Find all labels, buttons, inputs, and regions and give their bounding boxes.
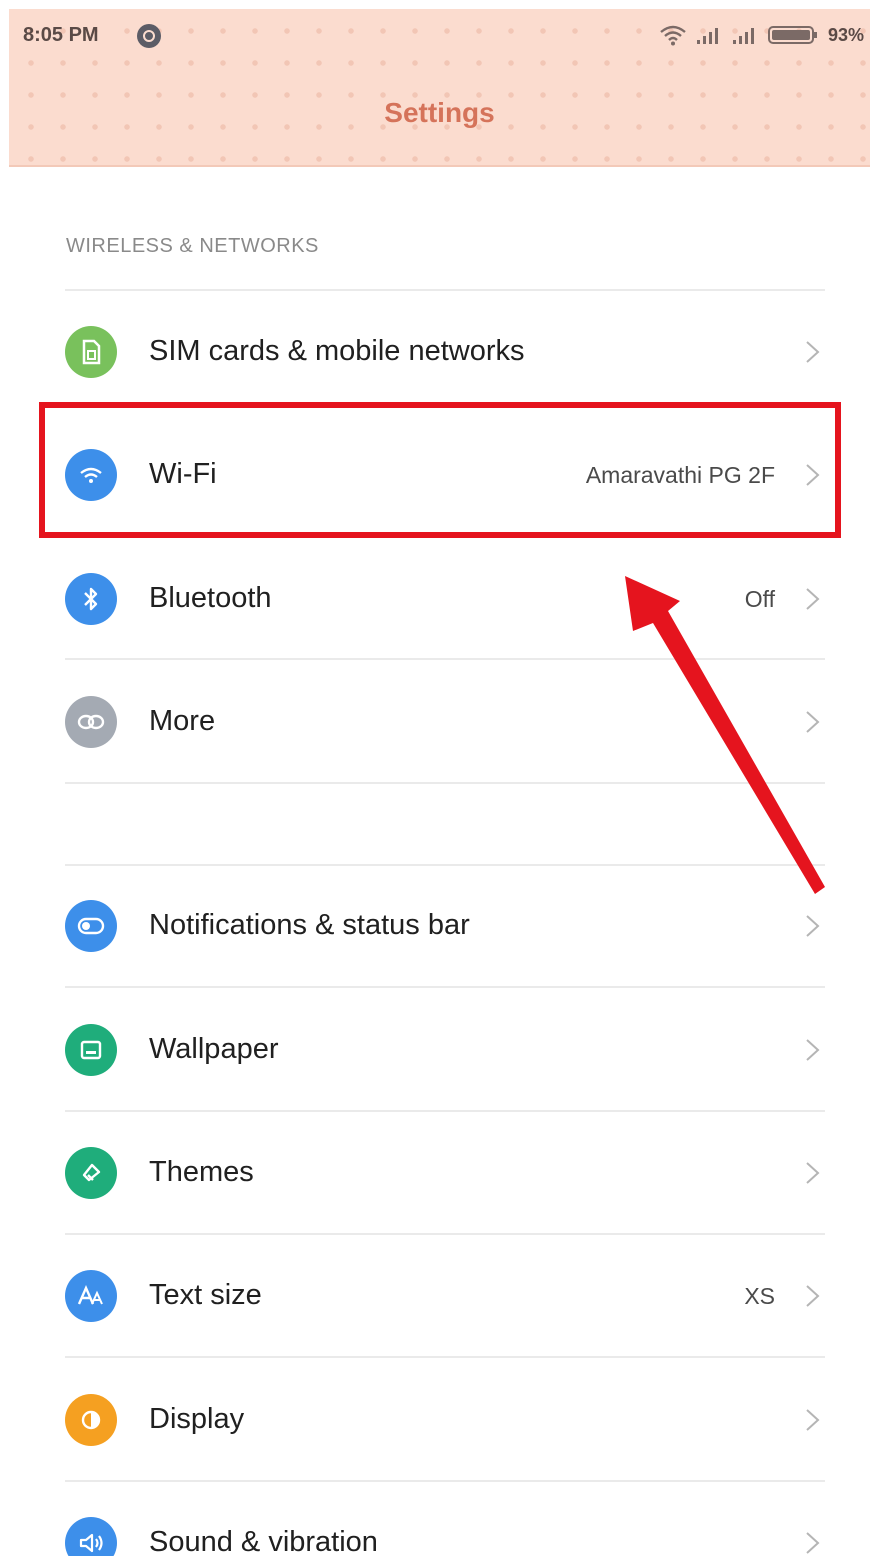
chevron-right-icon (806, 1039, 820, 1061)
settings-item-wallpaper[interactable]: Wallpaper (9, 988, 870, 1110)
chevron-right-icon (806, 1162, 820, 1184)
settings-item-text-size[interactable]: Text size XS (9, 1234, 870, 1356)
wallpaper-icon (65, 1024, 117, 1076)
item-label: Wallpaper (149, 1033, 279, 1065)
item-label: Themes (149, 1156, 254, 1188)
text-size-icon (65, 1270, 117, 1322)
speaker-icon (65, 1517, 117, 1556)
settings-item-sound[interactable]: Sound & vibration (9, 1481, 870, 1556)
brush-icon (65, 1147, 117, 1199)
item-label: Display (149, 1403, 245, 1435)
settings-item-display[interactable]: Display (9, 1358, 870, 1480)
chevron-right-icon (806, 1285, 820, 1307)
item-label: Sound & vibration (149, 1526, 378, 1556)
settings-item-themes[interactable]: Themes (9, 1111, 870, 1233)
item-label: Notifications & status bar (149, 909, 470, 941)
red-arrow-annotation (625, 576, 825, 894)
item-label: Text size (149, 1279, 262, 1311)
chevron-right-icon (806, 1532, 820, 1554)
screen: 8:05 PM 93% Settings WIRELESS & NETWORKS… (9, 9, 870, 1556)
item-value: XS (744, 1283, 775, 1309)
chevron-right-icon (806, 915, 820, 937)
contrast-icon (65, 1394, 117, 1446)
chevron-right-icon (806, 1409, 820, 1431)
